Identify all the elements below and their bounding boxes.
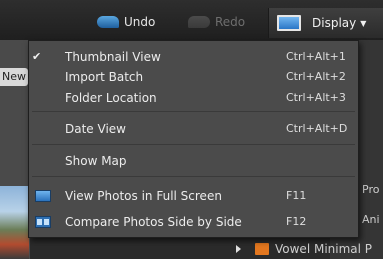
expand-arrow-icon[interactable]	[236, 244, 241, 253]
menu-item-import-batch[interactable]: Import Batch Ctrl+Alt+2	[29, 67, 358, 86]
undo-label: Undo	[124, 15, 156, 29]
full-screen-icon	[35, 189, 51, 202]
menu-item-compare-side-by-side[interactable]: Compare Photos Side by Side F12	[29, 212, 358, 231]
menu-separator	[32, 176, 355, 177]
menu-item-shortcut: Ctrl+Alt+3	[286, 91, 346, 104]
menu-item-show-map[interactable]: Show Map	[29, 151, 358, 170]
right-text-2: Ani	[362, 213, 380, 226]
compare-icon	[35, 215, 51, 228]
redo-button[interactable]: Redo	[188, 13, 245, 31]
folder-icon	[255, 242, 269, 255]
menu-item-thumbnail-view[interactable]: ✔ Thumbnail View Ctrl+Alt+1	[29, 47, 358, 66]
display-button[interactable]: Display ▼	[268, 8, 383, 38]
menu-item-label: Folder Location	[65, 90, 157, 105]
menu-item-shortcut: F12	[286, 215, 307, 228]
new-tab[interactable]: New	[0, 68, 28, 86]
photo-thumbnail[interactable]	[0, 186, 29, 259]
menu-item-full-screen[interactable]: View Photos in Full Screen F11	[29, 186, 358, 205]
menu-item-label: Date View	[65, 121, 126, 136]
menu-item-shortcut: Ctrl+Alt+2	[286, 70, 346, 83]
menu-item-label: Import Batch	[65, 69, 144, 84]
menu-item-folder-location[interactable]: Folder Location Ctrl+Alt+3	[29, 88, 358, 107]
right-text-1: Pro	[362, 183, 380, 196]
menu-separator	[32, 111, 355, 112]
checkmark-icon: ✔	[32, 50, 42, 63]
menu-item-label: Thumbnail View	[65, 49, 161, 64]
undo-icon	[97, 16, 119, 28]
redo-icon	[188, 16, 210, 28]
menu-item-date-view[interactable]: Date View Ctrl+Alt+D	[29, 119, 358, 138]
menu-separator	[32, 144, 355, 145]
top-toolbar: Undo Redo Display ▼	[0, 0, 383, 40]
menu-item-shortcut: F11	[286, 189, 307, 202]
display-menu: ✔ Thumbnail View Ctrl+Alt+1 Import Batch…	[28, 40, 359, 238]
monitor-icon	[277, 15, 301, 31]
menu-item-label: Compare Photos Side by Side	[65, 214, 242, 229]
menu-item-label: Show Map	[65, 153, 127, 168]
menu-item-shortcut: Ctrl+Alt+D	[286, 122, 348, 135]
folder-label: Vowel Minimal P	[275, 241, 373, 256]
menu-item-label: View Photos in Full Screen	[65, 188, 222, 203]
chevron-down-icon: ▼	[360, 18, 367, 28]
display-label: Display	[312, 16, 357, 30]
undo-button[interactable]: Undo	[97, 13, 155, 31]
redo-label: Redo	[215, 15, 246, 29]
folder-row[interactable]: Vowel Minimal P	[228, 238, 383, 259]
menu-item-shortcut: Ctrl+Alt+1	[286, 50, 346, 63]
